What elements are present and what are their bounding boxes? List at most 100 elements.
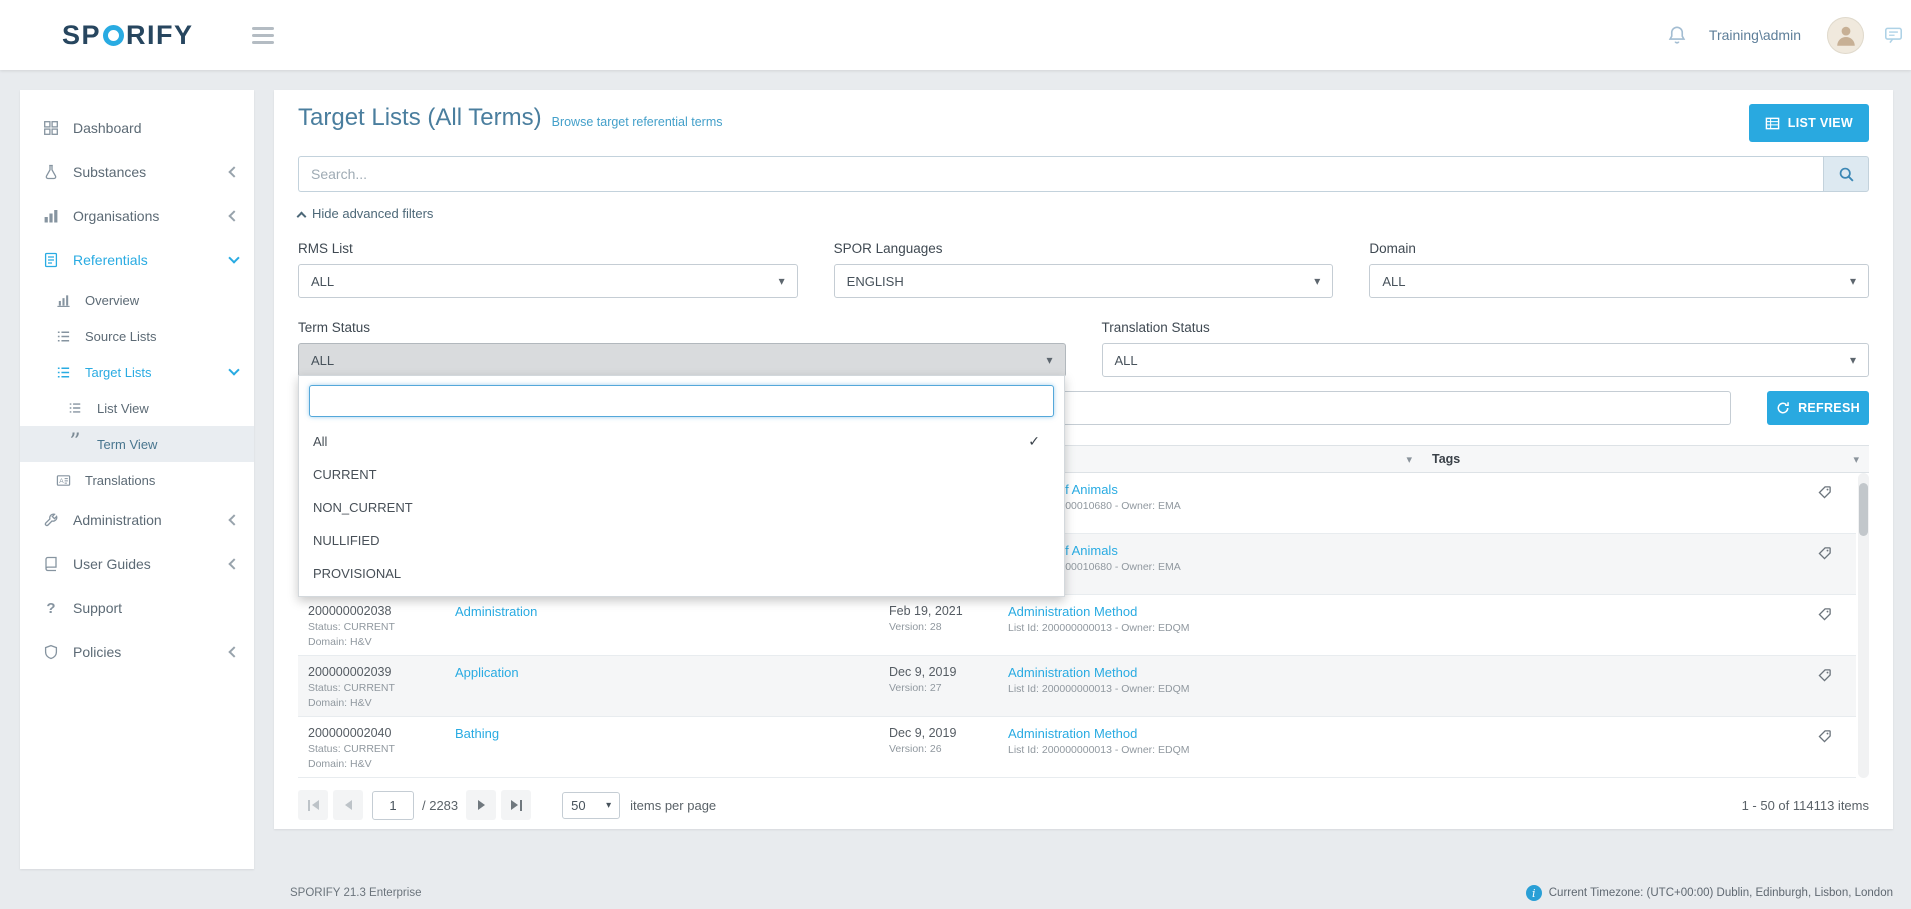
sidebar-item-dashboard[interactable]: Dashboard bbox=[20, 106, 254, 150]
chevron-left-icon bbox=[230, 212, 238, 220]
list-info: List Id: 200000000013 - Owner: EDQM bbox=[1008, 683, 1412, 695]
sidebar-item-user-guides[interactable]: User Guides bbox=[20, 542, 254, 586]
sporify-logo[interactable]: SP RIFY bbox=[62, 20, 194, 51]
svg-text:A: A bbox=[59, 477, 64, 484]
page-subtitle[interactable]: Browse target referential terms bbox=[552, 115, 723, 129]
tag-icon[interactable] bbox=[1817, 546, 1832, 561]
refresh-button[interactable]: REFRESH bbox=[1767, 391, 1869, 425]
avatar[interactable] bbox=[1827, 17, 1864, 54]
term-domain: Domain: H&V bbox=[308, 697, 435, 709]
spor-languages-value: ENGLISH bbox=[847, 274, 904, 289]
sidebar-item-source-lists[interactable]: Source Lists bbox=[20, 318, 254, 354]
hide-advanced-filters-link[interactable]: Hide advanced filters bbox=[298, 206, 433, 221]
term-name-link[interactable]: Application bbox=[455, 665, 519, 680]
bell-icon[interactable] bbox=[1667, 25, 1687, 45]
rms-list-filter: RMS List ALL bbox=[298, 241, 798, 298]
table-row[interactable]: 200000002039Status: CURRENTDomain: H&V A… bbox=[298, 656, 1856, 717]
main-panel: Target Lists (All Terms) Browse target r… bbox=[274, 90, 1893, 829]
dropdown-filter-input[interactable] bbox=[309, 385, 1054, 417]
list-name-link[interactable]: Administration Method bbox=[1008, 726, 1137, 741]
term-name-link[interactable]: Bathing bbox=[455, 726, 499, 741]
sidebar-item-term-view[interactable]: Term View bbox=[20, 426, 254, 462]
flask-icon bbox=[42, 164, 60, 180]
logo-o-icon bbox=[103, 25, 124, 46]
sidebar-label: Term View bbox=[97, 437, 157, 452]
domain-value: ALL bbox=[1382, 274, 1405, 289]
chevron-down-icon bbox=[606, 800, 611, 811]
target-lists-submenu: List View Term View bbox=[20, 390, 254, 462]
sidebar-item-administration[interactable]: Administration bbox=[20, 498, 254, 542]
dropdown-option-non-current[interactable]: NON_CURRENT bbox=[299, 491, 1064, 524]
list-view-button[interactable]: LIST VIEW bbox=[1749, 104, 1869, 142]
tag-icon[interactable] bbox=[1817, 485, 1832, 500]
option-label: NULLIFIED bbox=[313, 533, 379, 548]
next-page-button[interactable] bbox=[466, 790, 496, 820]
scrollbar-thumb[interactable] bbox=[1859, 483, 1868, 536]
list-icon bbox=[54, 365, 72, 380]
column-menu-icon[interactable] bbox=[1853, 453, 1859, 466]
sidebar-label: Source Lists bbox=[85, 329, 157, 344]
chat-icon[interactable] bbox=[1884, 26, 1903, 45]
table-row[interactable]: 200000002040Status: CURRENTDomain: H&V B… bbox=[298, 717, 1856, 778]
wrench-icon bbox=[42, 512, 60, 528]
quotes-icon bbox=[66, 438, 84, 450]
tag-icon[interactable] bbox=[1817, 668, 1832, 683]
sidebar-item-referentials[interactable]: Referentials bbox=[20, 238, 254, 282]
username[interactable]: Training\admin bbox=[1709, 27, 1801, 43]
table-scrollbar[interactable] bbox=[1858, 473, 1869, 778]
term-date: Dec 9, 2019 bbox=[889, 726, 988, 740]
term-status-dropdown: All CURRENT NON_CURRENT NULLIFIED PROVIS… bbox=[298, 375, 1065, 597]
list-view-button-label: LIST VIEW bbox=[1788, 116, 1853, 130]
sidebar-item-organisations[interactable]: Organisations bbox=[20, 194, 254, 238]
sidebar-label: Dashboard bbox=[73, 120, 142, 136]
rms-list-select[interactable]: ALL bbox=[298, 264, 798, 298]
spor-languages-select[interactable]: ENGLISH bbox=[834, 264, 1334, 298]
sidebar-item-policies[interactable]: Policies bbox=[20, 630, 254, 674]
dropdown-option-provisional[interactable]: PROVISIONAL bbox=[299, 557, 1064, 590]
table-row[interactable]: 200000002038Status: CURRENTDomain: H&V A… bbox=[298, 595, 1856, 656]
search-input[interactable] bbox=[298, 156, 1823, 192]
dropdown-option-current[interactable]: CURRENT bbox=[299, 458, 1064, 491]
tag-icon[interactable] bbox=[1817, 607, 1832, 622]
dropdown-option-all[interactable]: All bbox=[299, 425, 1064, 458]
app-version: SPORIFY 21.3 Enterprise bbox=[290, 887, 421, 899]
domain-select[interactable]: ALL bbox=[1369, 264, 1869, 298]
sidebar-item-substances[interactable]: Substances bbox=[20, 150, 254, 194]
last-page-button[interactable] bbox=[501, 790, 531, 820]
sidebar-item-target-lists[interactable]: Target Lists bbox=[20, 354, 254, 390]
search-button[interactable] bbox=[1823, 156, 1869, 192]
column-header-tags[interactable]: Tags bbox=[1422, 446, 1869, 472]
column-menu-icon[interactable] bbox=[1406, 453, 1412, 466]
pagination-bar: / 2283 50 items per page 1 - 50 of 11411… bbox=[298, 790, 1869, 820]
term-status-select[interactable]: ALL bbox=[298, 343, 1066, 377]
items-per-page-select[interactable]: 50 bbox=[562, 792, 620, 819]
list-name-link[interactable]: Administration Method bbox=[1008, 604, 1137, 619]
sidebar-label: User Guides bbox=[73, 556, 151, 572]
chevron-down-icon bbox=[230, 370, 238, 374]
sidebar-item-support[interactable]: Support bbox=[20, 586, 254, 630]
sidebar: Dashboard Substances Organisations Refer… bbox=[20, 90, 254, 869]
term-name-link[interactable]: Administration bbox=[455, 604, 537, 619]
translation-status-select[interactable]: ALL bbox=[1102, 343, 1870, 377]
question-icon bbox=[42, 600, 60, 617]
sidebar-label: Translations bbox=[85, 473, 155, 488]
rms-list-label: RMS List bbox=[298, 241, 798, 256]
previous-page-button[interactable] bbox=[333, 790, 363, 820]
sidebar-item-list-view[interactable]: List View bbox=[20, 390, 254, 426]
sidebar-item-translations[interactable]: A Translations bbox=[20, 462, 254, 498]
list-name-link[interactable]: Administration Method bbox=[1008, 665, 1137, 680]
sidebar-item-overview[interactable]: Overview bbox=[20, 282, 254, 318]
first-page-button[interactable] bbox=[298, 790, 328, 820]
list-info: List Id: 200000000013 - Owner: EDQM bbox=[1008, 622, 1412, 634]
term-domain: Domain: H&V bbox=[308, 758, 435, 770]
dropdown-option-nullified[interactable]: NULLIFIED bbox=[299, 524, 1064, 557]
chevron-left-icon bbox=[230, 516, 238, 524]
page-number-input[interactable] bbox=[372, 791, 414, 820]
footer: SPORIFY 21.3 Enterprise Current Timezone… bbox=[0, 877, 1911, 909]
list-icon bbox=[54, 329, 72, 344]
hide-advanced-filters-label: Hide advanced filters bbox=[312, 206, 433, 221]
chevron-down-icon bbox=[1314, 274, 1320, 288]
term-id: 200000002038 bbox=[308, 604, 435, 618]
tag-icon[interactable] bbox=[1817, 729, 1832, 744]
menu-toggle-icon[interactable] bbox=[252, 23, 274, 48]
